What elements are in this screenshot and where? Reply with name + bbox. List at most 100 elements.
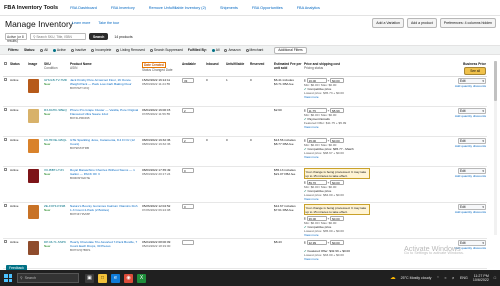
add-quantity-discounts-link[interactable]: Add quantity discounts [455, 144, 486, 148]
additional-filters-button[interactable]: Additional Filters [274, 46, 307, 54]
product-thumbnail[interactable] [28, 169, 39, 183]
view-more-link[interactable]: View more [304, 155, 319, 159]
nav-remove-unfulfillable[interactable]: Remove Unfulfillable Inventory (2) [149, 6, 206, 10]
learn-more-link[interactable]: Learn more [72, 21, 90, 25]
edge-browser-icon[interactable]: e [111, 273, 120, 283]
fulfilled-all-radio[interactable]: All [211, 48, 219, 52]
nav-fba-analytics[interactable]: FBA Analytics [297, 6, 320, 10]
task-view-icon[interactable]: ▣ [85, 273, 94, 283]
status-listing-removed-radio[interactable]: Listing Removed [116, 48, 145, 52]
col-sku[interactable]: SKU Condition [43, 61, 69, 77]
row-price-cell: Your change is being processed. It may t… [303, 202, 371, 239]
view-more-link[interactable]: View more [304, 95, 319, 99]
row-available-cell: 2 [181, 106, 205, 137]
table-row: Active X0-IBBT-LTJN New Royal Maraschino Ch… [3, 166, 487, 203]
price-input[interactable]: 32.99 [306, 240, 327, 245]
add-quantity-discounts-link[interactable]: Add quantity discounts [455, 84, 486, 88]
shipping-input[interactable]: $0.00 [330, 240, 345, 245]
row-checkbox[interactable] [4, 240, 7, 243]
fulfilled-merchant-radio[interactable]: Merchant [245, 48, 263, 52]
fulfilled-amazon-radio[interactable]: Amazon [224, 48, 241, 52]
view-more-link[interactable]: View more [304, 233, 319, 237]
nav-fba-inventory[interactable]: FBA Inventory [111, 6, 135, 10]
row-inbound [205, 238, 225, 269]
row-checkbox[interactable] [4, 204, 7, 207]
status-all-radio[interactable]: All [40, 48, 48, 52]
nav-fba-opportunities[interactable]: FBA Opportunities [252, 6, 283, 10]
nav-fba-dashboard[interactable]: FBA Dashboard [70, 6, 97, 10]
available-quantity-input[interactable]: 2 [182, 108, 194, 113]
select-all-checkbox[interactable] [4, 62, 7, 65]
col-product[interactable]: Product Name ASIN [69, 61, 141, 77]
available-quantity-input[interactable]: 0 [182, 204, 194, 209]
preferences-button[interactable]: Preferences: 4 columns hidden [439, 18, 496, 28]
row-product-name[interactable]: Nature's Bounty Gummies Calcium Vitamins… [70, 204, 137, 212]
chevron-up-icon[interactable]: ⌃ [436, 276, 439, 280]
see-all-button[interactable]: See all [464, 67, 486, 75]
status-incomplete-radio[interactable]: Incomplete [91, 48, 111, 52]
row-actions-cell: Edit ▾ Add quantity discounts [371, 106, 487, 137]
excel-icon[interactable]: X [137, 273, 146, 283]
col-status[interactable]: Status [9, 61, 27, 77]
col-available[interactable]: Available [181, 61, 205, 77]
search-input[interactable]: ⚲ Search SKU, Title, ISBN [30, 33, 86, 40]
windows-start-icon[interactable] [4, 274, 12, 282]
scrollbar-thumb[interactable] [494, 61, 497, 101]
row-status: Active [9, 202, 27, 239]
row-product-name[interactable]: GTE Sparkling Juice, Caramenta, 8.4 Fl O… [70, 138, 135, 146]
available-quantity-input[interactable]: 0 [182, 168, 194, 173]
taskbar-search[interactable]: ⚲ Search [17, 273, 79, 283]
row-product-name[interactable]: Phoco Pro Grape Cluster — Vanilla, Pure … [70, 108, 138, 116]
view-more-link[interactable]: View more [304, 125, 319, 129]
weather-icon[interactable]: ☁ [390, 275, 396, 281]
col-date[interactable]: Date Created Status Changed Date [141, 61, 181, 77]
product-thumbnail[interactable] [28, 79, 39, 93]
row-checkbox[interactable] [4, 108, 7, 111]
add-quantity-discounts-link[interactable]: Add quantity discounts [455, 210, 486, 214]
row-product-name[interactable]: Hearty Chocolate Trio Assorted 7-Pack Bu… [70, 240, 137, 248]
row-checkbox[interactable] [4, 168, 7, 171]
row-product-name[interactable]: Jack Kinsby Pure Arrowroot Flour, 16 Oun… [70, 78, 132, 86]
add-variation-button[interactable]: Add a Variation [372, 18, 404, 28]
col-price[interactable]: Price and shipping cost Pricing status [303, 61, 371, 77]
status-search-suppressed-radio[interactable]: Search Suppressed [149, 48, 183, 52]
notifications-icon[interactable]: □ [494, 276, 496, 280]
volume-icon[interactable]: ♬ [451, 276, 455, 280]
status-active-radio[interactable]: Active [52, 48, 66, 52]
language-indicator[interactable]: ENG [460, 276, 468, 280]
row-product-name[interactable]: Royal Maraschino Cherries Without Stems … [70, 168, 135, 176]
search-scope-select[interactable]: Active (or 8 results) [5, 33, 27, 43]
edit-label: Edit [460, 139, 466, 143]
view-more-link[interactable]: View more [304, 197, 319, 201]
col-fees[interactable]: Estimated Fee per unit sold [273, 61, 303, 77]
vertical-scrollbar[interactable] [494, 61, 497, 235]
chrome-icon[interactable]: ◉ [124, 273, 133, 283]
col-reserved[interactable]: Reserved [249, 61, 273, 77]
row-sku-cell: R3-8AHC-SBEQ New [43, 106, 69, 137]
available-quantity-input[interactable] [182, 240, 194, 245]
add-quantity-discounts-link[interactable]: Add quantity discounts [455, 174, 486, 178]
row-checkbox[interactable] [4, 78, 7, 81]
available-quantity-input[interactable]: 2 [182, 138, 194, 143]
product-thumbnail[interactable] [28, 139, 39, 153]
nav-shipments[interactable]: Shipments [220, 6, 238, 10]
add-quantity-discounts-link[interactable]: Add quantity discounts [455, 114, 486, 118]
product-thumbnail[interactable] [28, 241, 39, 255]
add-product-button[interactable]: Add a product [406, 18, 437, 28]
col-business-price[interactable]: Business Price See all [371, 61, 487, 77]
product-thumbnail[interactable] [28, 109, 39, 123]
row-checkbox[interactable] [4, 138, 7, 141]
file-explorer-icon[interactable]: □ [98, 273, 107, 283]
search-button[interactable]: Search [89, 33, 109, 40]
view-more-link[interactable]: View more [304, 257, 319, 261]
product-count: 14 products [114, 34, 133, 39]
status-inactive-radio[interactable]: Inactive [70, 48, 86, 52]
col-inbound[interactable]: Inbound [205, 61, 225, 77]
weather-label[interactable]: 25°C Mostly cloudy [401, 276, 432, 280]
product-thumbnail[interactable] [28, 205, 39, 219]
wifi-icon[interactable]: ≈ [444, 276, 446, 280]
clock[interactable]: 11:27 PM 10/6/2022 [473, 274, 489, 283]
take-tour-link[interactable]: Take the tour [98, 21, 119, 25]
available-quantity-input[interactable]: 33 [182, 78, 194, 83]
col-unfulfillable[interactable]: Unfulfillable [225, 61, 249, 77]
